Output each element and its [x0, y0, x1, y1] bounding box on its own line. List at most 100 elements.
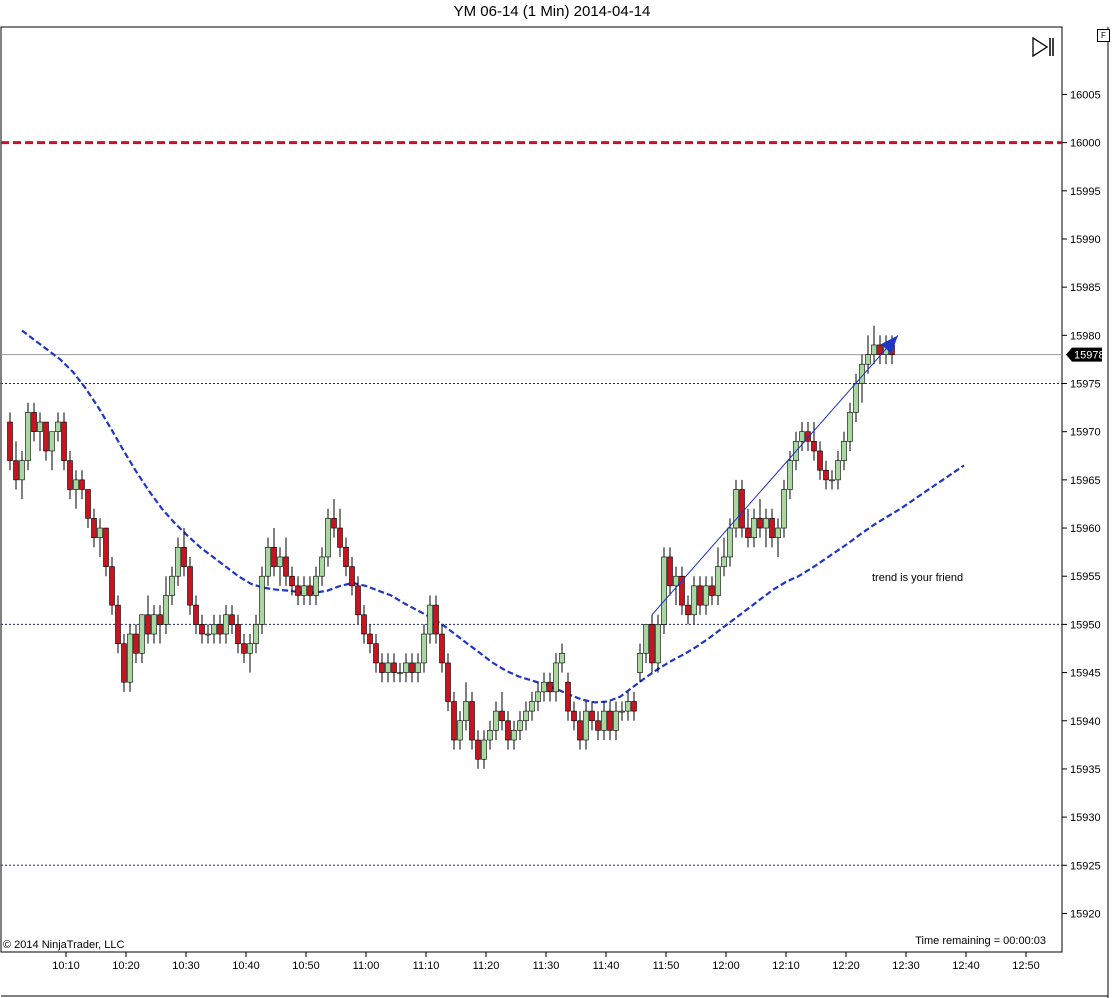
candle-body: [319, 556, 325, 577]
candle-body: [457, 720, 463, 741]
copyright-text: © 2014 NinjaTrader, LLC: [3, 939, 125, 951]
x-tick-label: 11:50: [653, 960, 680, 972]
candle-body: [301, 585, 307, 596]
candle-up: [247, 634, 253, 673]
candle-up: [655, 614, 661, 673]
candle-body: [769, 518, 775, 538]
candle-up: [529, 691, 535, 721]
candle-up: [835, 450, 841, 490]
candle-up: [403, 653, 409, 683]
y-tick-label: 15930: [1070, 812, 1101, 824]
candle-up: [829, 470, 835, 490]
candle-down: [769, 508, 775, 548]
candle-body: [499, 710, 505, 722]
x-tick-label: 10:10: [52, 960, 80, 972]
candle-body: [553, 662, 559, 693]
candle-body: [595, 720, 601, 731]
candle-body: [121, 643, 127, 683]
play-step-button[interactable]: [1030, 35, 1056, 59]
candle-down: [445, 653, 451, 712]
candle-body: [613, 710, 619, 731]
x-tick-label: 11:10: [413, 960, 440, 972]
candle-up: [613, 701, 619, 741]
candle-up: [175, 537, 181, 586]
candle-down: [187, 556, 193, 615]
candle-down: [433, 595, 439, 644]
candle-body: [49, 431, 55, 452]
candle-down: [877, 335, 883, 365]
candle-up: [151, 605, 157, 644]
x-tick-label: 10:30: [172, 960, 200, 972]
candle-body: [13, 460, 19, 481]
candle-body: [583, 710, 589, 741]
candle-down: [739, 479, 745, 538]
candle-up: [781, 479, 787, 538]
candle-body: [637, 653, 643, 673]
x-tick-label: 12:30: [892, 960, 920, 972]
candle-down: [103, 527, 109, 577]
candle-up: [277, 547, 283, 586]
candle-down: [679, 566, 685, 615]
annotation-text: trend is your friend: [872, 572, 964, 584]
candle-body: [193, 604, 199, 625]
candle-up: [97, 518, 103, 557]
y-tick-label: 15990: [1070, 234, 1101, 246]
y-tick-label: 15995: [1070, 186, 1101, 198]
candle-up: [205, 624, 211, 644]
candle-body: [253, 624, 259, 644]
candle-down: [295, 576, 301, 606]
candle-body: [103, 527, 109, 567]
x-tick-label: 11:20: [473, 960, 500, 972]
f-button[interactable]: F: [1097, 29, 1110, 42]
candle-down: [379, 653, 385, 683]
candle-body: [361, 614, 367, 635]
candle-body: [367, 633, 373, 644]
candle-body: [853, 383, 859, 413]
candle-up: [601, 701, 607, 741]
candle-up: [487, 720, 493, 750]
candle-body: [745, 527, 751, 538]
candle-up: [703, 576, 709, 615]
candle-body: [31, 412, 37, 432]
candle-up: [25, 402, 31, 471]
candle-body: [547, 681, 553, 693]
candle-body: [67, 460, 73, 490]
candle-body: [73, 479, 79, 490]
candle-body: [655, 624, 661, 664]
candle-down: [331, 499, 337, 538]
candle-up: [19, 450, 25, 500]
candle-body: [313, 575, 319, 596]
candle-down: [823, 460, 829, 490]
candle-body: [865, 354, 871, 365]
candle-up: [523, 701, 529, 731]
candle-up: [457, 711, 463, 750]
candle-down: [607, 701, 613, 741]
candle-body: [289, 575, 295, 587]
candle-body: [127, 633, 133, 683]
candle-up: [511, 720, 517, 750]
candle-down: [79, 470, 85, 500]
candle-up: [541, 672, 547, 702]
candle-down: [547, 672, 553, 702]
candle-down: [373, 634, 379, 673]
candle-body: [565, 681, 571, 712]
candle-down: [499, 691, 505, 731]
candle-body: [43, 421, 49, 452]
trend-arrow-line: [651, 335, 899, 616]
candle-down: [667, 547, 673, 596]
candle-body: [757, 518, 763, 529]
candle-body: [157, 614, 163, 625]
candle-up: [691, 576, 697, 625]
candle-body: [517, 720, 523, 731]
candle-down: [145, 595, 151, 644]
candle-body: [871, 344, 877, 355]
candle-up: [733, 479, 739, 538]
candle-body: [415, 662, 421, 673]
candle-up: [871, 325, 877, 365]
y-tick-label: 15980: [1070, 330, 1101, 342]
candle-body: [205, 633, 211, 636]
chart-area[interactable]: 15920 15925 15930 15935 15940 15945 15950 15955…: [0, 0, 1112, 998]
candle-body: [373, 643, 379, 664]
candle-body: [661, 556, 667, 625]
candle-body: [7, 421, 13, 461]
